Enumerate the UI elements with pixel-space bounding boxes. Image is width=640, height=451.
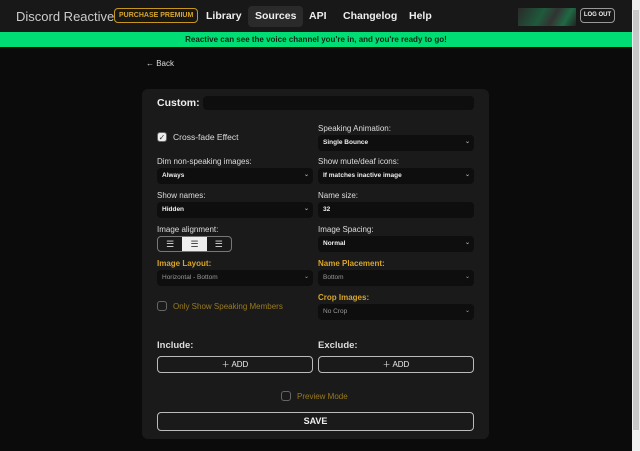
speaking-animation-value: Single Bounce xyxy=(323,139,369,146)
mute-icons-label: Show mute/deaf icons: xyxy=(318,157,399,166)
scrollbar-thumb[interactable] xyxy=(633,10,639,430)
image-layout-select[interactable]: Horizontal - Bottom ⌄ xyxy=(157,270,313,286)
show-names-label: Show names: xyxy=(157,191,206,200)
only-speaking-label: Only Show Speaking Members xyxy=(173,302,283,311)
mute-icons-value: If matches inactive image xyxy=(323,172,402,179)
nav-changelog[interactable]: Changelog xyxy=(336,6,404,27)
chevron-down-icon: ⌄ xyxy=(303,206,309,212)
chevron-down-icon: ⌄ xyxy=(464,274,470,280)
name-size-label: Name size: xyxy=(318,191,359,200)
back-link[interactable]: ← Back xyxy=(146,59,174,68)
crop-images-select[interactable]: No Crop ⌄ xyxy=(318,304,474,320)
chevron-down-icon: ⌄ xyxy=(464,308,470,314)
plus-icon: ＋ xyxy=(382,360,393,369)
status-banner: Reactive can see the voice channel you'r… xyxy=(0,32,632,47)
dim-select[interactable]: Always ⌄ xyxy=(157,168,313,184)
nav-library[interactable]: Library xyxy=(199,6,249,27)
chevron-down-icon: ⌄ xyxy=(464,240,470,246)
nav-sources[interactable]: Sources xyxy=(248,6,304,27)
chevron-down-icon: ⌄ xyxy=(303,172,309,178)
crossfade-label: Cross-fade Effect xyxy=(173,132,239,142)
crossfade-checkbox[interactable]: ✓ xyxy=(157,132,167,142)
show-names-value: Hidden xyxy=(162,206,185,213)
dim-value: Always xyxy=(162,172,185,179)
crop-images-value: No Crop xyxy=(323,308,348,315)
include-add-label: ADD xyxy=(231,360,249,369)
image-spacing-value: Normal xyxy=(323,240,346,247)
custom-input[interactable] xyxy=(203,96,474,110)
name-size-value: 32 xyxy=(323,206,331,213)
image-alignment-group: ☰ ☰ ☰ xyxy=(157,236,232,252)
plus-icon: ＋ xyxy=(221,360,232,369)
exclude-label: Exclude: xyxy=(318,340,358,351)
settings-card: Custom: ✓ Cross-fade Effect Speaking Ani… xyxy=(142,89,489,439)
speaking-animation-label: Speaking Animation: xyxy=(318,124,391,133)
show-names-select[interactable]: Hidden ⌄ xyxy=(157,202,313,218)
exclude-add-label: ADD xyxy=(392,360,410,369)
image-spacing-select[interactable]: Normal ⌄ xyxy=(318,236,474,252)
include-label: Include: xyxy=(157,340,194,351)
purchase-premium-button[interactable]: PURCHASE PREMIUM xyxy=(114,8,199,23)
custom-label: Custom: xyxy=(157,97,200,109)
brand-logo[interactable]: Discord Reactive xyxy=(16,9,114,24)
save-button[interactable]: SAVE xyxy=(157,412,474,431)
chevron-down-icon: ⌄ xyxy=(464,139,470,145)
include-add-button[interactable]: ＋ ADD xyxy=(157,356,313,373)
crop-images-label: Crop Images: xyxy=(318,293,370,302)
speaking-animation-select[interactable]: Single Bounce ⌄ xyxy=(318,135,474,151)
align-left-icon[interactable]: ☰ xyxy=(158,237,182,251)
name-placement-label: Name Placement: xyxy=(318,259,385,268)
dim-label: Dim non-speaking images: xyxy=(157,157,252,166)
name-placement-value: Bottom xyxy=(323,274,344,281)
image-alignment-label: Image alignment: xyxy=(157,225,219,234)
mute-icons-select[interactable]: If matches inactive image ⌄ xyxy=(318,168,474,184)
align-center-icon[interactable]: ☰ xyxy=(182,237,207,251)
logout-button[interactable]: LOG OUT xyxy=(580,8,615,23)
top-nav: Discord Reactive PURCHASE PREMIUM Librar… xyxy=(0,0,632,32)
chevron-down-icon: ⌄ xyxy=(464,172,470,178)
chevron-down-icon: ⌄ xyxy=(303,274,309,280)
image-layout-label: Image Layout: xyxy=(157,259,212,268)
image-layout-value: Horizontal - Bottom xyxy=(162,274,218,281)
name-placement-select[interactable]: Bottom ⌄ xyxy=(318,270,474,286)
image-spacing-label: Image Spacing: xyxy=(318,225,374,234)
preview-mode-label: Preview Mode xyxy=(297,392,348,401)
name-size-input[interactable]: 32 xyxy=(318,202,474,218)
exclude-add-button[interactable]: ＋ ADD xyxy=(318,356,474,373)
user-banner xyxy=(518,8,576,26)
preview-mode-checkbox[interactable] xyxy=(281,391,291,401)
only-speaking-checkbox[interactable] xyxy=(157,301,167,311)
scrollbar[interactable] xyxy=(632,0,640,451)
align-right-icon[interactable]: ☰ xyxy=(207,237,231,251)
nav-api[interactable]: API xyxy=(302,6,334,27)
nav-help[interactable]: Help xyxy=(402,6,439,27)
